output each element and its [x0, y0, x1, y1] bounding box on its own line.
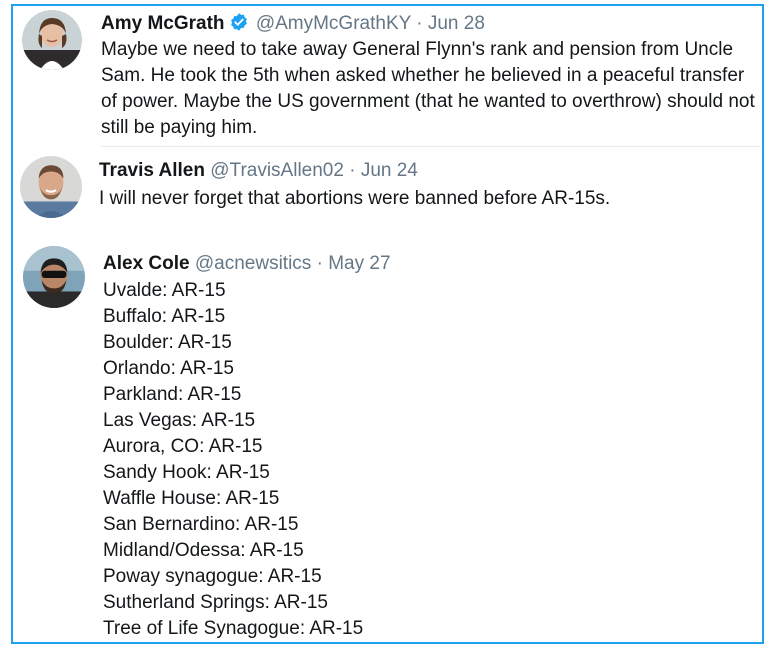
avatar-image — [22, 10, 82, 70]
list-item: Las Vegas: AR-15 — [103, 410, 256, 431]
timestamp[interactable]: Jun 24 — [361, 160, 418, 181]
list-item: Uvalde: AR-15 — [103, 280, 226, 301]
list-item: Sandy Hook: AR-15 — [103, 462, 270, 483]
tweet-header: Alex Cole @acnewsitics · May 27 — [103, 252, 391, 276]
avatar[interactable] — [23, 246, 85, 308]
list-item: Orlando: AR-15 — [103, 358, 234, 379]
list-item: Buffalo: AR-15 — [103, 306, 226, 327]
display-name[interactable]: Alex Cole — [103, 253, 190, 274]
list-item: Aurora, CO: AR-15 — [103, 436, 263, 457]
tweet-header: Travis Allen @TravisAllen02 · Jun 24 — [99, 159, 418, 183]
timestamp[interactable]: May 27 — [328, 253, 390, 274]
timestamp[interactable]: Jun 28 — [428, 13, 485, 34]
handle[interactable]: @TravisAllen02 — [210, 160, 344, 181]
list-item: Midland/Odessa: AR-15 — [103, 540, 304, 561]
tweet-text: I will never forget that abortions were … — [99, 188, 611, 209]
list-item: Boulder: AR-15 — [103, 332, 232, 353]
display-name[interactable]: Travis Allen — [99, 160, 205, 181]
verified-badge-icon — [230, 13, 247, 31]
display-name[interactable]: Amy McGrath — [101, 13, 225, 34]
list-item: Tree of Life Synagogue: AR-15 — [103, 618, 364, 639]
tweet-header: Amy McGrath @AmyMcGrathKY · Jun 28 — [101, 12, 485, 36]
list-item: Poway synagogue: AR-15 — [103, 566, 322, 587]
avatar[interactable] — [20, 156, 82, 218]
handle[interactable]: @AmyMcGrathKY — [256, 13, 411, 34]
list-item: Waffle House: AR-15 — [103, 488, 280, 509]
avatar-image — [20, 156, 82, 218]
tweet-divider — [101, 146, 761, 147]
avatar-image — [23, 246, 85, 308]
separator-dot: · — [349, 160, 356, 181]
tweet-text: Maybe we need to take away General Flynn… — [101, 39, 755, 138]
list-item: San Bernardino: AR-15 — [103, 514, 299, 535]
handle[interactable]: @acnewsitics — [195, 253, 311, 274]
avatar[interactable] — [22, 10, 82, 70]
tweet-text-list: Uvalde: AR-15 Buffalo: AR-15 Boulder: AR… — [103, 278, 743, 642]
list-item: Parkland: AR-15 — [103, 384, 242, 405]
separator-dot: · — [316, 253, 323, 274]
list-item: Sutherland Springs: AR-15 — [103, 592, 328, 613]
separator-dot: · — [416, 13, 423, 34]
tweet-collection-frame: Amy McGrath @AmyMcGrathKY · Jun 28 Maybe… — [11, 4, 764, 644]
